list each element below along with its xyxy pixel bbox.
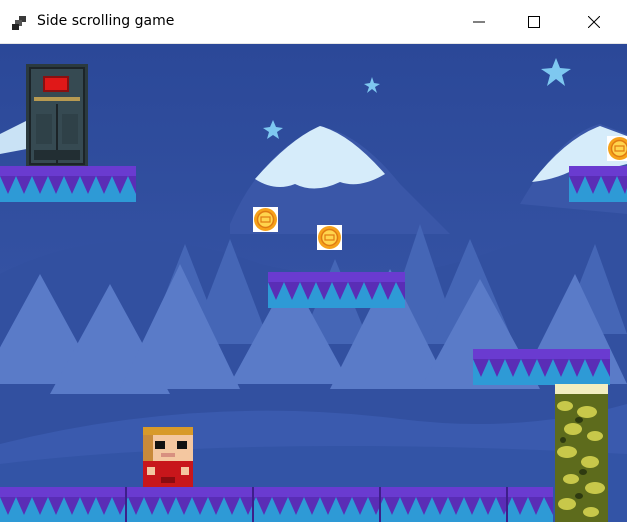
coin xyxy=(607,136,627,161)
platform xyxy=(268,272,405,308)
game-canvas[interactable] xyxy=(0,44,627,522)
app-icon xyxy=(12,16,26,30)
coin xyxy=(317,225,342,250)
maximize-button[interactable] xyxy=(511,0,557,43)
game-window: Side scrolling game xyxy=(0,0,627,522)
mossy-stone-pillar xyxy=(555,384,608,522)
minimize-button[interactable] xyxy=(456,0,502,43)
close-button[interactable] xyxy=(571,0,617,43)
platform xyxy=(473,349,610,385)
door-light xyxy=(45,78,67,90)
window-title: Side scrolling game xyxy=(37,13,175,29)
title-bar: Side scrolling game xyxy=(0,0,627,44)
platform xyxy=(569,166,627,202)
close-icon xyxy=(588,15,600,28)
player-character xyxy=(143,427,193,487)
ground-platform xyxy=(0,487,553,522)
maximize-icon xyxy=(528,15,540,28)
exit-door xyxy=(26,64,88,166)
minimize-icon xyxy=(473,21,485,22)
platform xyxy=(0,166,136,202)
coin xyxy=(253,207,278,232)
